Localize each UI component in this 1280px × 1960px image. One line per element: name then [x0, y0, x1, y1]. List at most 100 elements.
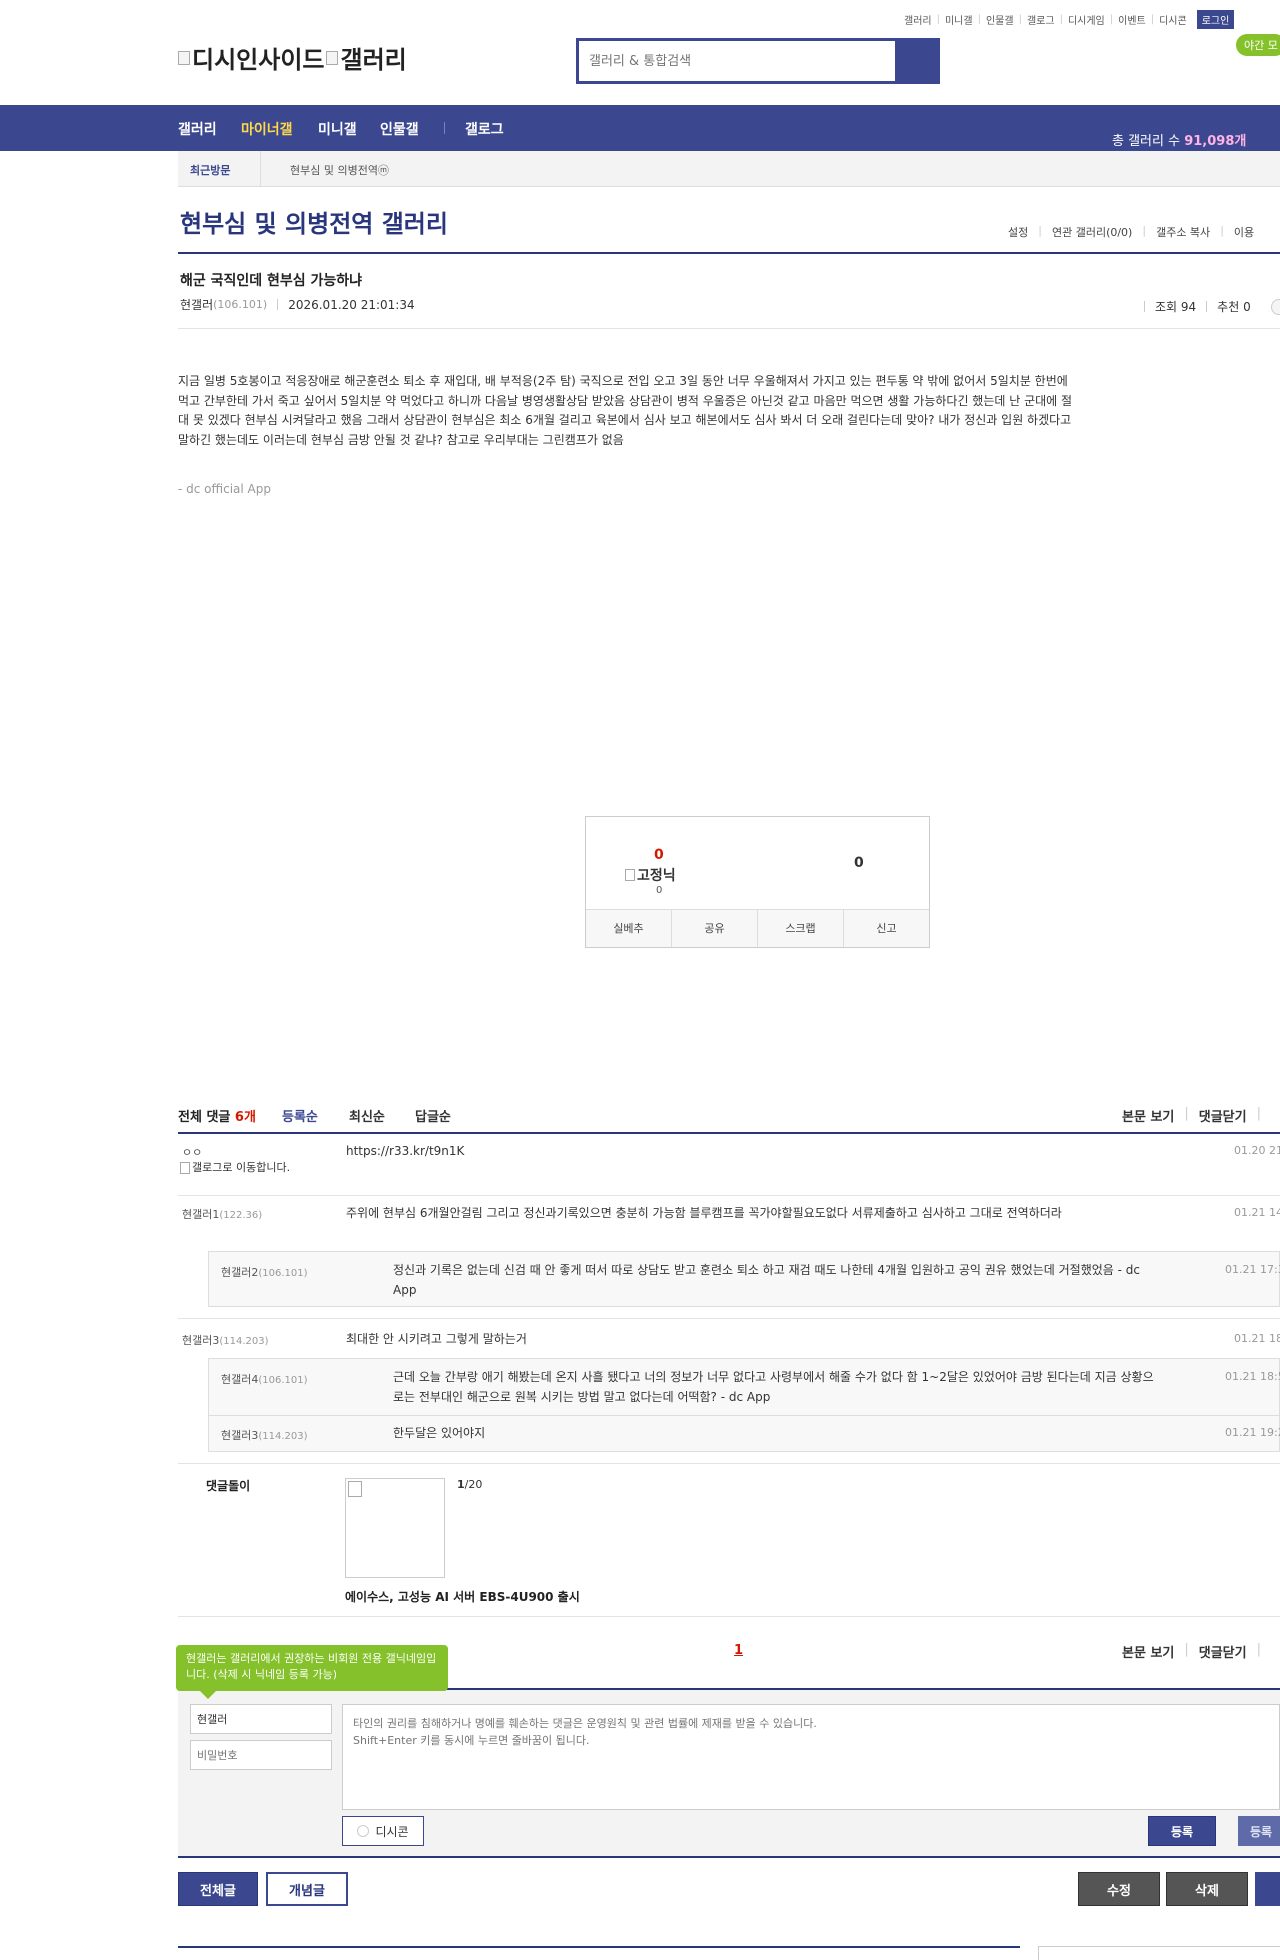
comment-bot-label: 댓글돌이 [206, 1479, 251, 1493]
recommend-up-count: 0 [654, 847, 664, 863]
recent-visit-label[interactable]: 최근방문 [190, 162, 230, 178]
submit-with-recommend-button[interactable]: 등록 [1238, 1816, 1280, 1846]
reply-date: 01.21 18:5 [1225, 1370, 1280, 1383]
fixed-nick-count: 0 [656, 885, 663, 896]
util-gallery-link[interactable]: 갤러리 [904, 12, 932, 27]
report-button[interactable]: 신고 [844, 910, 929, 947]
sort-by-latest[interactable]: 최신순 [349, 1106, 385, 1125]
post-body: 지금 일병 5호봉이고 적응장애로 해군훈련소 퇴소 후 재입대, 배 부적응(… [178, 374, 1073, 447]
reply-nick[interactable]: 현갤러4(106.101) [221, 1371, 308, 1387]
view-post-link[interactable]: 본문 보기 [1122, 1642, 1174, 1661]
reply-nick[interactable]: 현갤러3(114.203) [221, 1427, 308, 1443]
comment-date: 01.20 21 [1234, 1144, 1280, 1157]
divider [209, 1415, 1279, 1416]
util-person-link[interactable]: 인물갤 [986, 12, 1014, 27]
comment-text[interactable]: 최대한 안 시키려고 그렇게 말하는거 [346, 1330, 1280, 1350]
logo-text-gallery: 갤러리 [340, 46, 407, 74]
reply-date: 01.21 19:2 [1225, 1426, 1280, 1439]
comment-nick[interactable]: ㅇㅇ [182, 1144, 202, 1160]
post-author[interactable]: 현갤러 [180, 296, 213, 313]
comment-write-area: 디시콘 등록 등록 [178, 1688, 1280, 1858]
night-mode-toggle[interactable]: 야간 모 [1236, 34, 1280, 56]
settings-link[interactable]: 설정 [1008, 224, 1028, 240]
footer-side-box [1038, 1946, 1280, 1960]
best-recommend-button[interactable]: 실베추 [586, 910, 672, 947]
login-button[interactable]: 로그인 [1196, 10, 1235, 29]
comment-text[interactable]: 주위에 현부심 6개월안걸림 그리고 정신과기록있으면 충분히 가능함 블루캠프… [346, 1204, 1280, 1224]
gallog-link[interactable]: 갤로그로 이동합니다. [180, 1162, 310, 1174]
reply-group: 현갤러4(106.101) 근데 오늘 간부랑 애기 해봤는데 온지 사흘 됐다… [208, 1358, 1280, 1452]
broken-image-icon [625, 869, 635, 881]
comment-count-icon[interactable] [1270, 298, 1280, 315]
nav-person-gallery[interactable]: 인물갤 [380, 119, 419, 139]
post-author-ip: (106.101) [213, 298, 268, 311]
concept-posts-button[interactable]: 개념글 [266, 1872, 348, 1906]
search-input[interactable] [579, 41, 895, 81]
sort-by-reply[interactable]: 답글순 [415, 1106, 451, 1125]
global-nav: 갤러리 마이너갤 미니갤 인물갤 갤로그 총 갤러리 수 91,098개 [0, 105, 1280, 151]
divider [178, 1616, 1280, 1617]
nav-mini-gallery[interactable]: 미니갤 [318, 119, 357, 139]
comment-nick[interactable]: 현갤러3(114.203) [182, 1332, 269, 1348]
close-comments-link[interactable]: 댓글닫기 [1199, 1106, 1247, 1125]
nav-gallog[interactable]: 갤로그 [465, 119, 504, 139]
dccon-button[interactable]: 디시콘 [342, 1816, 424, 1846]
comment-item: 현갤러3(114.203) 최대한 안 시키려고 그렇게 말하는거 01.21 … [178, 1330, 1280, 1354]
view-post-link[interactable]: 본문 보기 [1122, 1106, 1174, 1125]
gallog-alt-text: 갤로그로 이동합니다. [192, 1161, 291, 1174]
delete-button[interactable]: 삭제 [1166, 1872, 1248, 1906]
related-gallery-link[interactable]: 연관 갤러리(0/0) [1052, 224, 1132, 240]
gallery-title[interactable]: 현부심 및 의병전역 갤러리 [180, 204, 448, 239]
comment-nick[interactable]: 현갤러1(122.36) [182, 1206, 262, 1222]
divider [260, 151, 261, 187]
site-logo[interactable]: 디시인사이드 갤러리 [178, 40, 407, 75]
post-info: 현갤러 (106.101) 2026.01.20 21:01:34 [180, 296, 415, 313]
nickname-field[interactable] [190, 1704, 332, 1734]
copy-address-link[interactable]: 갤주소 복사 [1156, 224, 1210, 240]
edit-button[interactable]: 수정 [1078, 1872, 1160, 1906]
post-date: 2026.01.20 21:01:34 [288, 297, 415, 312]
util-mini-link[interactable]: 미니갤 [945, 12, 973, 27]
search-box [576, 38, 940, 84]
comment-header-actions: 본문 보기 | 댓글닫기 | [1122, 1106, 1261, 1125]
scrap-button[interactable]: 스크랩 [758, 910, 844, 947]
comment-textarea[interactable] [342, 1704, 1280, 1810]
comment-bot-pager: 1/20 [457, 1478, 483, 1491]
post-signature: - dc official App [178, 482, 271, 496]
reply-item: 현갤러2(106.101) 정신과 기록은 없는데 신검 때 안 좋게 떠서 따… [208, 1251, 1280, 1307]
post-views: 조회 94 [1155, 300, 1197, 314]
reply-text[interactable]: 근데 오늘 간부랑 애기 해봤는데 온지 사흘 됐다고 너의 정보가 너무 없다… [393, 1368, 1163, 1407]
share-button[interactable]: 공유 [672, 910, 758, 947]
comment-item: 현갤러1(122.36) 주위에 현부심 6개월안걸림 그리고 정신과기록있으면… [178, 1204, 1280, 1254]
nav-minor-gallery[interactable]: 마이너갤 [241, 119, 293, 139]
write-button[interactable] [1255, 1872, 1280, 1906]
recent-visit-gallery-link[interactable]: 현부심 및 의병전역ⓜ [290, 162, 389, 178]
comment-bot-image[interactable] [345, 1478, 445, 1578]
util-event-link[interactable]: 이벤트 [1118, 12, 1146, 27]
comment-page-current[interactable]: 1 [734, 1643, 743, 1658]
reply-nick[interactable]: 현갤러2(106.101) [221, 1264, 308, 1280]
close-comments-link[interactable]: 댓글닫기 [1199, 1642, 1247, 1661]
divider [178, 1132, 1280, 1134]
all-posts-button[interactable]: 전체글 [178, 1872, 258, 1906]
comment-item: ㅇㅇ https://r33.kr/t9n1K 01.20 21 [178, 1142, 1280, 1194]
reply-text[interactable]: 한두달은 있어야지 [393, 1424, 1163, 1444]
util-dccon-link[interactable]: 디시콘 [1159, 12, 1187, 27]
comment-text[interactable]: https://r33.kr/t9n1K [346, 1142, 1280, 1162]
comment-date: 01.21 18 [1234, 1332, 1280, 1345]
usage-link[interactable]: 이용 [1234, 224, 1254, 240]
sort-by-register[interactable]: 등록순 [282, 1106, 318, 1125]
reply-text[interactable]: 정신과 기록은 없는데 신검 때 안 좋게 떠서 따로 상담도 받고 훈련소 퇴… [393, 1261, 1163, 1300]
fixed-nick-label: 고정닉 [625, 865, 676, 885]
password-field[interactable] [190, 1740, 332, 1770]
nav-gallery[interactable]: 갤러리 [178, 119, 217, 139]
submit-button[interactable]: 등록 [1148, 1816, 1216, 1846]
gallery-menu: 설정 | 연관 갤러리(0/0) | 갤주소 복사 | 이용 [1008, 224, 1255, 240]
top-util-menu: 갤러리 | 미니갤 | 인물갤 | 갤로그 | 디시게임 | 이벤트 | 디시콘 로그인 [904, 10, 1235, 29]
comment-bot-title[interactable]: 에이수스, 고성능 AI 서버 EBS-4U900 출시 [345, 1588, 580, 1605]
util-gallog-link[interactable]: 갤로그 [1027, 12, 1055, 27]
util-game-link[interactable]: 디시게임 [1068, 12, 1105, 27]
search-button[interactable] [895, 41, 937, 81]
divider [178, 1946, 1020, 1948]
logo-text-dcinside: 디시인사이드 [192, 46, 325, 74]
